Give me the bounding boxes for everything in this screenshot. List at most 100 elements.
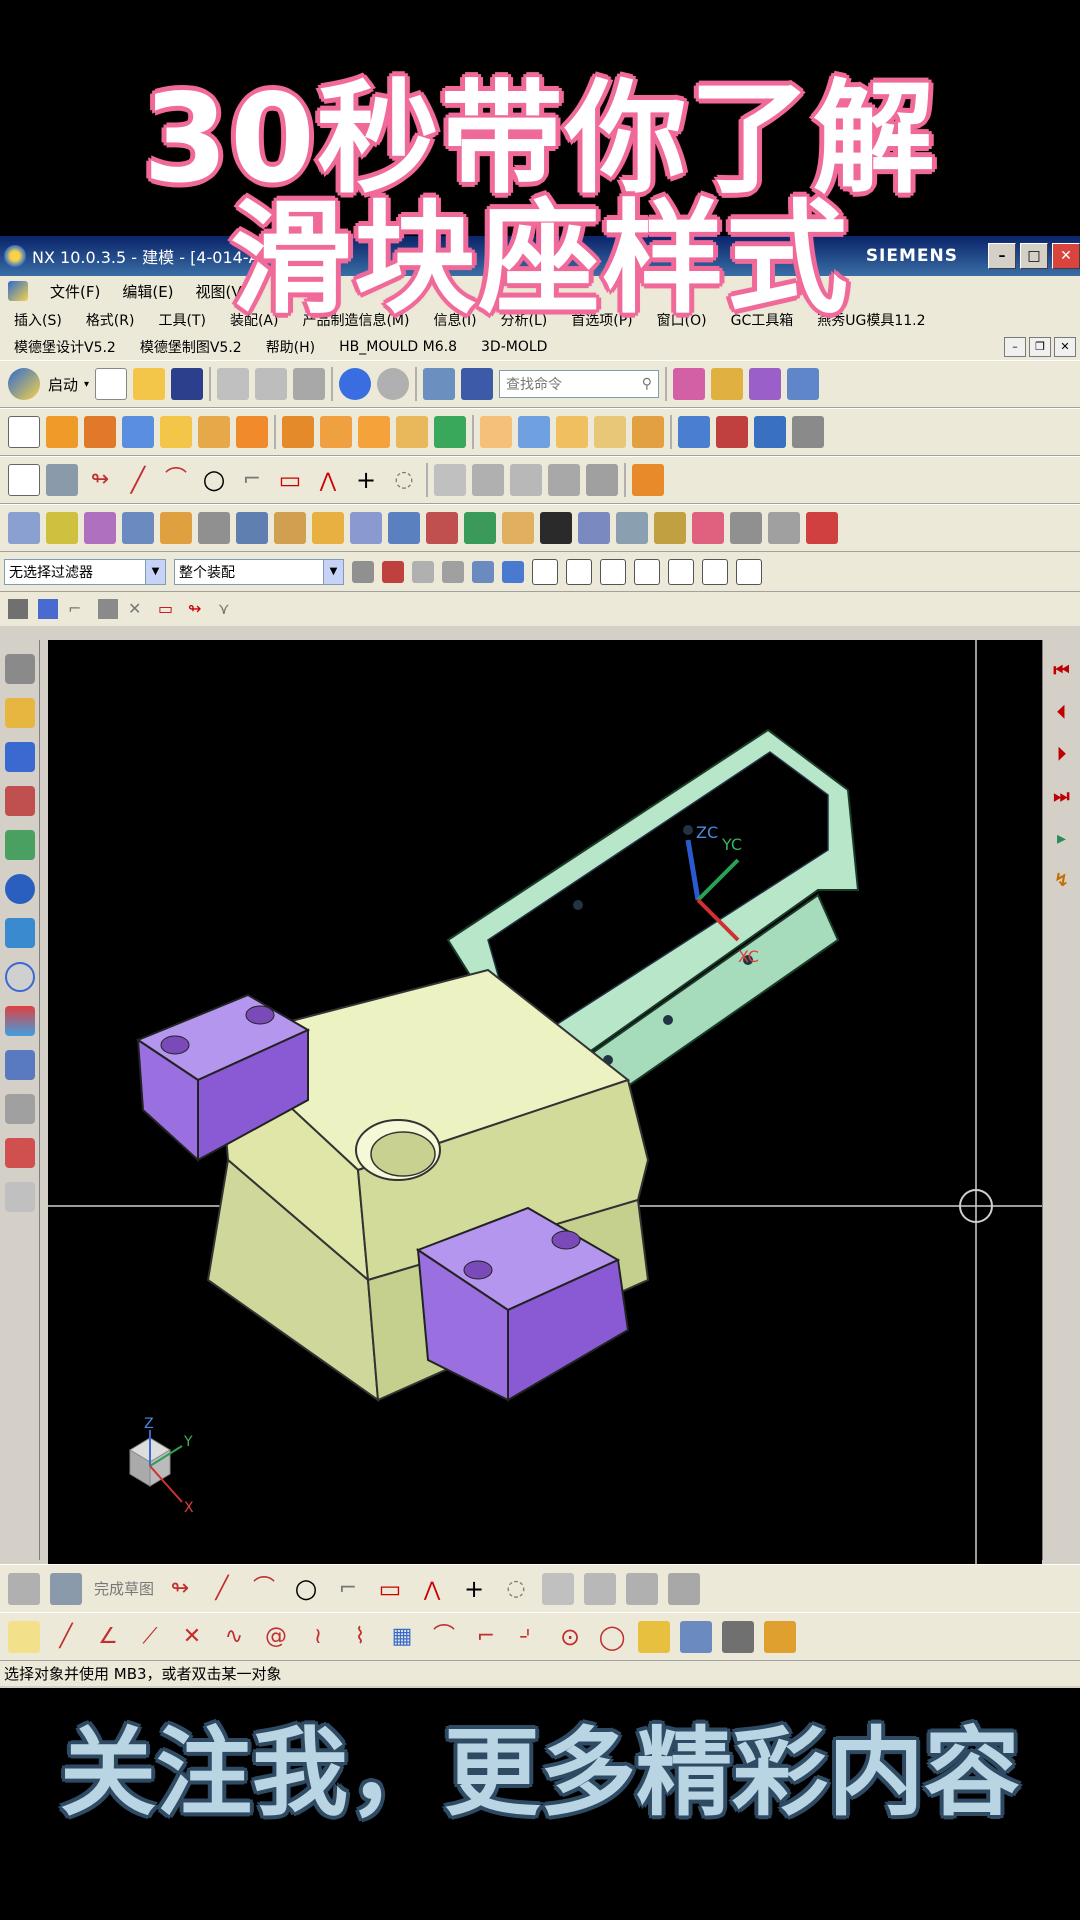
paste-icon[interactable] [293,368,326,400]
selection-scope-select[interactable]: 整个装配 ▼ [174,558,344,585]
select-all-icon[interactable] [412,560,434,583]
arc-3pt-icon[interactable]: ⌒ [428,1621,460,1653]
finish-sketch-label[interactable]: 完成草图 [94,1578,154,1599]
edge-blend-icon[interactable] [434,416,466,448]
draft-icon[interactable] [556,416,588,448]
assembly-icon[interactable] [673,368,706,400]
mold-csys-icon[interactable] [46,512,78,544]
part-navigator-icon[interactable] [4,786,35,816]
basic-line-icon[interactable]: ╱ [50,1621,82,1653]
hatch-icon[interactable] [98,599,118,619]
extend-curve-icon[interactable] [548,464,580,496]
mold-tools-icon[interactable] [198,512,230,544]
line-at-angle-icon[interactable]: ∠ [92,1621,124,1653]
snap-endpoint-icon[interactable] [532,558,558,585]
view-layout-icon[interactable] [787,368,820,400]
point-icon[interactable]: + [458,1573,490,1605]
sheet-metal-icon[interactable] [806,512,838,544]
constraint-navigator-icon[interactable] [4,742,35,772]
part-navigator-icon[interactable] [38,599,58,619]
cut-icon[interactable] [217,368,250,400]
snap-midpoint-icon[interactable] [566,558,592,585]
datum-icon[interactable] [754,416,786,448]
corner-tool-icon[interactable]: ⌐ [68,599,88,619]
extend-icon[interactable] [584,1572,617,1605]
fast-forward-icon[interactable]: ⏭ [1051,786,1073,808]
doc-minimize-button[interactable]: – [1004,336,1026,357]
menu-modebao-drawing[interactable]: 模德堡制图V5.2 [140,337,242,357]
open-folder-icon[interactable] [133,368,166,400]
assembly-navigator-icon[interactable] [4,698,35,728]
offset-3d-icon[interactable] [638,1620,670,1653]
constraint-icon[interactable] [668,1572,701,1605]
search-icon[interactable]: ⚲ [642,376,652,392]
menu-help[interactable]: 帮助(H) [266,337,315,357]
reuse-library-icon[interactable] [4,830,35,860]
shrinkage-icon[interactable] [84,512,116,544]
sketch-icon[interactable] [8,1572,40,1605]
project-icon[interactable] [764,1620,796,1653]
type-filter-select[interactable]: 无选择过滤器 ▼ [4,558,166,585]
parting-icon[interactable] [236,512,268,544]
info-icon[interactable] [461,368,494,400]
menu-3d-mold[interactable]: 3D-MOLD [481,339,547,355]
cooling-icon[interactable] [540,512,572,544]
trim-mold-icon[interactable] [616,512,648,544]
circle-3pt-icon[interactable]: ◯ [596,1621,628,1653]
line-tool-icon[interactable] [716,416,748,448]
line-normal-icon[interactable]: ✕ [176,1621,208,1653]
save-icon[interactable] [171,368,204,400]
edit-object-icon[interactable] [711,368,744,400]
rectangle-icon[interactable]: ▭ [374,1573,406,1605]
layer-icon[interactable] [423,368,456,400]
finish-sketch-icon[interactable] [50,1572,82,1605]
section-curve-icon[interactable]: ▦ [386,1621,418,1653]
chevron-down-icon[interactable]: ▼ [145,559,165,584]
trim-tool-icon[interactable]: ✕ [128,599,148,619]
process-studio-icon[interactable] [4,1050,35,1080]
select-box-icon[interactable] [442,560,464,583]
arc-icon[interactable]: ⌒ [248,1573,280,1605]
measure-icon[interactable] [792,416,824,448]
sub-insert-icon[interactable] [426,512,458,544]
curve-on-surface-icon[interactable]: ⌇ [344,1621,376,1653]
shell-icon[interactable] [518,416,550,448]
chamfer-icon[interactable] [480,416,512,448]
line-tangent-icon[interactable]: ⟋ [134,1621,166,1653]
slider-lifter-icon[interactable] [388,512,420,544]
roles-icon[interactable] [4,1138,35,1168]
chamfer-curve-icon[interactable]: ⌏ [512,1621,544,1653]
model-update-icon[interactable]: ▸ [1051,828,1073,850]
circle-icon[interactable]: ○ [198,464,230,496]
circle-center-icon[interactable]: ⊙ [554,1621,586,1653]
snap-intersection-icon[interactable] [634,558,660,585]
cavity-layout-icon[interactable] [160,512,192,544]
graphics-window[interactable]: ZC YC XC Z Y X [48,640,1042,1564]
trim-curve-icon[interactable] [510,464,542,496]
command-search-input[interactable]: 查找命令 ⚲ [499,370,660,398]
copy-icon[interactable] [255,368,288,400]
snap-point-on-curve-icon[interactable] [736,558,762,585]
bom-icon[interactable] [692,512,724,544]
rectangle-icon[interactable]: ▭ [274,464,306,496]
fillet-curve-icon[interactable]: ⌐ [470,1621,502,1653]
make-current-icon[interactable]: ↯ [1051,870,1073,892]
circle-icon[interactable]: ○ [290,1573,322,1605]
pocket-icon[interactable] [236,416,268,448]
snap-center-icon[interactable] [668,558,694,585]
rewind-start-icon[interactable]: ⏮ [1051,660,1073,682]
start-icon[interactable] [8,368,40,400]
offset-curve-icon[interactable]: ◌ [500,1573,532,1605]
mold-init-icon[interactable] [8,512,40,544]
snap-icon[interactable] [8,1620,40,1653]
start-label[interactable]: 启动 [48,374,78,395]
manufacturing-wizards-icon[interactable] [4,1094,35,1124]
doc-close-button[interactable]: ✕ [1054,336,1076,357]
drawing-icon[interactable] [730,512,762,544]
boss-icon[interactable] [198,416,230,448]
filter-reset-icon[interactable] [352,560,374,583]
dimension-icon[interactable] [472,464,504,496]
pocket-mold-icon[interactable] [654,512,686,544]
revolve-icon[interactable] [84,416,116,448]
wave-link-icon[interactable] [749,368,782,400]
